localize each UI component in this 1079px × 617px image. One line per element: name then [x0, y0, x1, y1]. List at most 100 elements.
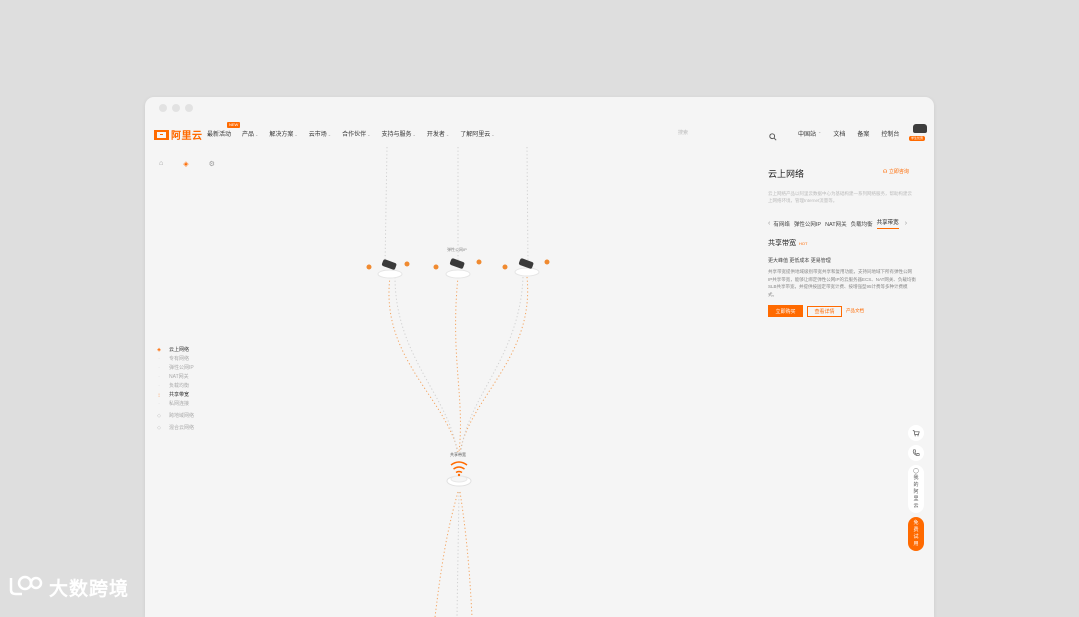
nav-item-label: 最新活动	[207, 132, 232, 138]
left-menu-item-5[interactable]: ¦ 共享带宽	[155, 390, 194, 399]
chevron-down-icon: ⌄	[491, 132, 495, 137]
left-menu-label: 跨地域网络	[169, 413, 195, 419]
free-trial-char: 免	[913, 520, 919, 526]
bullet-icon: ·	[158, 356, 160, 361]
line-top-3	[526, 146, 529, 268]
hot-badge: HOT	[799, 240, 808, 246]
left-menu-item-1[interactable]: · 专有网络	[155, 354, 194, 363]
nav-item-1[interactable]: 产品⌄	[242, 129, 258, 138]
free-trial-char: 费	[913, 527, 919, 533]
cart-icon[interactable]	[908, 425, 924, 441]
nav-item-2[interactable]: 解决方案⌄	[269, 129, 297, 138]
browser-window: .dash { fill: none; stroke: #f3a460; str…	[145, 97, 934, 617]
right-nav: 中国站 ⌄ 文档 备案 控制台	[798, 129, 911, 138]
nav-item-7[interactable]: 了解阿里云⌄	[460, 129, 494, 138]
flow-line-4	[394, 276, 458, 453]
left-menu-label: 专有网络	[169, 356, 190, 362]
network-icon: ◇	[157, 424, 161, 431]
nav-item-label: 支持与服务	[381, 132, 412, 138]
left-menu-label: 云上网络	[169, 347, 190, 353]
my-aliyun-char: 里	[913, 496, 919, 502]
panel-description: 云上网络产品以阿里云数据中心为基础构建一系列网络服务，帮助构建云上网络环境，管理…	[768, 191, 912, 203]
nav-item-label: 云市场	[308, 132, 327, 138]
left-menu-label: 负载均衡	[169, 383, 190, 389]
info-panel: 云上网络 ☊ 立即咨询 云上网络产品以阿里云数据中心为基础构建一系列网络服务，帮…	[768, 167, 918, 317]
left-menu-item-4[interactable]: · 负载均衡	[155, 381, 194, 390]
my-aliyun-char: 阿	[913, 489, 919, 495]
nav-item-5[interactable]: 支持与服务⌄	[382, 129, 416, 138]
tab-3[interactable]: 负载均衡	[851, 220, 873, 228]
cube-icon[interactable]: ◈	[183, 160, 188, 168]
view-details-button[interactable]: 查看详情	[807, 305, 842, 317]
free-trial-button[interactable]: 免费试用	[908, 517, 924, 551]
my-aliyun-char: 云	[913, 503, 919, 509]
buy-now-button[interactable]: 立即购买	[768, 305, 803, 317]
left-menu-label: 混合云网络	[169, 425, 195, 431]
gear-icon[interactable]: ⚙	[209, 160, 215, 168]
left-menu-item-2[interactable]: · 弹性公网IP	[155, 363, 194, 372]
nav-item-label: 产品	[242, 132, 255, 138]
network-icon: ◈	[157, 346, 161, 353]
search-input[interactable]: 搜索	[678, 129, 688, 136]
tab-0[interactable]: 有网络	[773, 220, 790, 228]
top-nav: 阿里云 最新活动 NEW 产品⌄ 解决方案⌄ 云市场⌄ 合作伙伴⌄ 支持与服务⌄ 开发者⌄ 了解…	[145, 122, 934, 146]
avatar[interactable]	[913, 124, 927, 133]
right-nav-item-0[interactable]: 中国站	[798, 129, 816, 138]
chevron-down-icon: ⌄	[255, 132, 259, 137]
eip-device-2[interactable]	[433, 258, 482, 279]
nav-item-0[interactable]: 最新活动 NEW	[207, 122, 241, 138]
my-aliyun-button[interactable]: ◯ 我的阿里云	[908, 465, 924, 513]
aliyun-logo[interactable]: 阿里云	[154, 127, 203, 142]
floating-sidebar: ◯ 我的阿里云 免费试用	[908, 425, 924, 555]
flow-line-3	[459, 276, 529, 453]
nav-item-label: 了解阿里云	[460, 132, 491, 138]
left-menu-item-0[interactable]: ◈ 云上网络	[155, 345, 194, 354]
bandwidth-node[interactable]	[446, 461, 472, 487]
left-menu-item-7[interactable]: ◇ 跨地域网络	[155, 411, 194, 420]
search-icon[interactable]	[769, 128, 777, 146]
flow-line-1	[388, 276, 459, 453]
tab-2[interactable]: NAT网关	[825, 220, 847, 228]
nav-item-3[interactable]: 云市场⌄	[309, 129, 331, 138]
left-menu-label: 私网连接	[169, 401, 190, 407]
chevron-down-icon: ⌄	[412, 132, 416, 137]
chevron-down-icon: ⌄	[367, 132, 371, 137]
left-menu-label: NAT网关	[169, 374, 189, 380]
section-title: 共享带宽 HOT	[768, 240, 808, 247]
consult-link[interactable]: ☊ 立即咨询	[883, 168, 909, 175]
free-trial-char: 试	[913, 534, 919, 540]
right-nav-item-1[interactable]: 文档	[833, 129, 845, 138]
watermark: 大数跨境	[8, 574, 129, 601]
bandwidth-label: 共享带宽	[450, 452, 466, 457]
eip-device-3[interactable]	[502, 258, 550, 277]
tab-1[interactable]: 弹性公网IP	[794, 220, 821, 228]
right-nav-item-2[interactable]: 备案	[857, 129, 869, 138]
home-icon[interactable]: ⌂	[159, 160, 163, 168]
bullet-icon: ·	[158, 374, 160, 379]
chevron-down-icon: ⌄	[445, 132, 450, 137]
eip-label: 弹性公网IP	[447, 247, 467, 252]
chevron-right-icon[interactable]: ›	[905, 220, 907, 227]
avatar-badge: 学生优惠	[909, 136, 926, 141]
bullet-icon: ·	[158, 401, 160, 406]
left-menu-item-6[interactable]: · 私网连接	[155, 399, 194, 408]
eip-device-1[interactable]	[366, 259, 410, 279]
view-toolbar: ⌂ ◈ ⚙	[159, 160, 215, 168]
product-tabs: ‹ 有网络 弹性公网IP NAT网关 负载均衡 共享带宽 ›	[768, 218, 918, 229]
left-menu-item-3[interactable]: · NAT网关	[155, 372, 194, 381]
nav-item-6[interactable]: 开发者⌄	[427, 129, 449, 138]
nav-item-label: 开发者	[426, 132, 445, 138]
product-docs-link[interactable]: 产品文档	[846, 308, 864, 314]
bullet-icon: ·	[158, 365, 160, 370]
down-line-1	[434, 491, 459, 617]
chevron-left-icon[interactable]: ‹	[768, 220, 770, 227]
tab-4[interactable]: 共享带宽	[876, 218, 899, 229]
chat-icon: ◯	[913, 468, 919, 474]
free-trial-char: 用	[913, 541, 919, 547]
line-top-1	[384, 146, 388, 268]
nav-item-4[interactable]: 合作伙伴⌄	[342, 129, 370, 138]
phone-icon[interactable]	[908, 445, 924, 461]
left-menu-item-8[interactable]: ◇ 混合云网络	[155, 423, 194, 432]
nav-item-label: 合作伙伴	[342, 132, 367, 138]
right-nav-item-3[interactable]: 控制台	[881, 129, 899, 138]
